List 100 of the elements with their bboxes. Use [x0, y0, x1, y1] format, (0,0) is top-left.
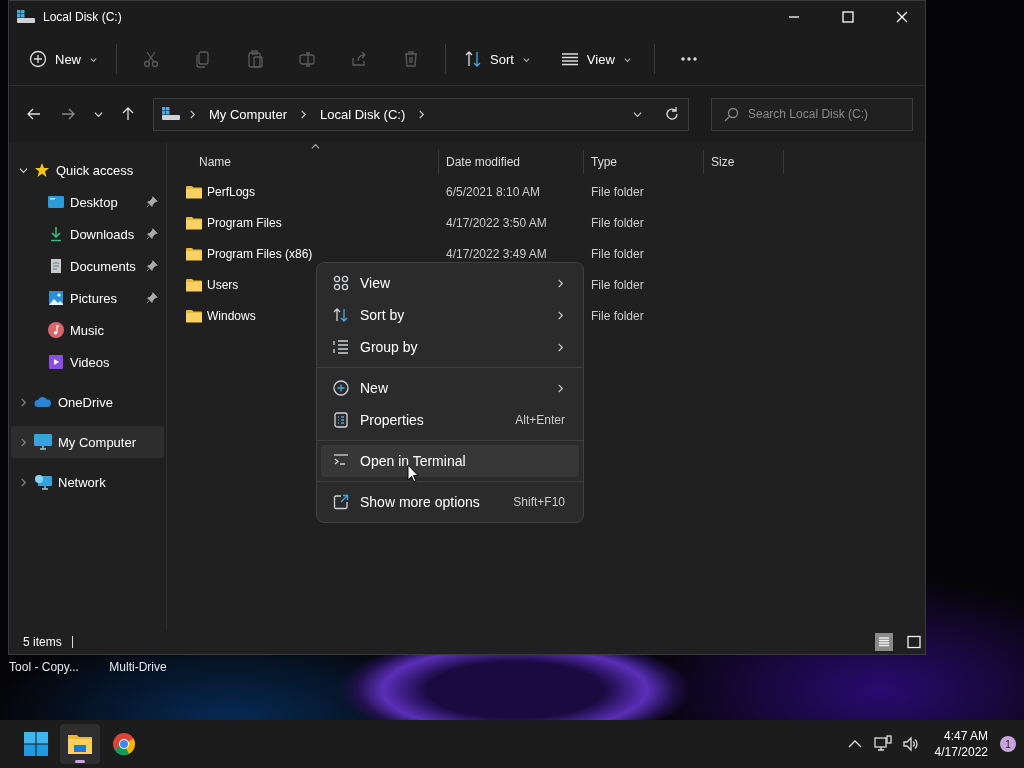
rename-icon — [298, 50, 316, 68]
date-cell: 6/5/2021 8:10 AM — [446, 184, 541, 199]
details-view-button[interactable] — [875, 633, 893, 651]
item-count: 5 items — [23, 635, 62, 649]
address-bar[interactable]: My Computer Local Disk (C:) — [153, 97, 689, 131]
picture-icon — [48, 290, 64, 306]
file-name[interactable]: Windows — [207, 308, 256, 323]
file-explorer-button[interactable] — [60, 724, 100, 764]
date-cell: 4/17/2022 3:50 AM — [446, 215, 547, 230]
share-icon — [333, 494, 349, 510]
plus-circle-icon — [29, 50, 47, 68]
breadcrumb[interactable]: Local Disk (C:) — [316, 106, 410, 122]
sidebar-item[interactable]: Pictures — [11, 282, 164, 314]
sidebar-item[interactable]: Desktop — [11, 186, 164, 218]
file-name[interactable]: Program Files — [207, 215, 282, 230]
sidebar-item[interactable]: Downloads — [11, 218, 164, 250]
file-name[interactable]: Users — [207, 277, 239, 292]
type-cell: File folder — [591, 308, 644, 323]
sidebar-item[interactable]: Network — [11, 466, 164, 498]
forward-arrow-icon — [60, 106, 76, 122]
new-button[interactable]: New — [21, 41, 106, 77]
cut-icon — [142, 50, 160, 68]
sidebar-item[interactable]: My Computer — [11, 426, 164, 458]
chevron-right-icon — [19, 397, 28, 407]
folder-icon — [186, 276, 202, 293]
maximize-icon — [840, 9, 856, 25]
type-cell: File folder — [591, 277, 644, 292]
delete-icon — [402, 50, 420, 68]
video-icon — [48, 354, 64, 370]
folder-icon — [186, 307, 202, 324]
refresh-icon[interactable] — [664, 106, 680, 122]
minimize-icon — [789, 16, 799, 18]
sidebar-item[interactable]: Documents — [11, 250, 164, 282]
sidebar-item[interactable]: Videos — [11, 346, 164, 378]
drive-icon — [17, 8, 35, 26]
paste-icon — [246, 50, 264, 68]
search-field[interactable]: Search Local Disk (C:) — [711, 97, 913, 131]
view-button[interactable]: View — [552, 41, 640, 77]
four-squares-logo-icon — [24, 732, 48, 756]
menu-item[interactable]: Properties Alt+Enter — [321, 404, 579, 436]
desktop-icon — [48, 194, 64, 210]
date-cell: 4/17/2022 3:49 AM — [446, 246, 547, 261]
sidebar-item[interactable]: Music — [11, 314, 164, 346]
network-icon — [34, 473, 52, 491]
more-icon — [679, 56, 698, 62]
desktop-icon-label[interactable]: Multi-Drive — [98, 660, 178, 674]
sidebar-item[interactable]: Quick access — [11, 154, 164, 186]
chevron-icon — [417, 109, 427, 119]
menu-item[interactable]: Sort by — [321, 299, 579, 331]
shortcut-label: Alt+Enter — [515, 413, 565, 427]
folder-icon — [68, 733, 92, 755]
share-icon — [350, 50, 368, 68]
chevron-right-icon — [556, 310, 565, 320]
folder-icon — [186, 245, 202, 262]
column-header[interactable]: Name — [179, 150, 439, 174]
menu-item[interactable]: Group by — [321, 331, 579, 363]
chevron-right-icon — [556, 383, 565, 393]
menu-item[interactable]: Show more options Shift+F10 — [321, 486, 579, 518]
chevron-icon — [188, 109, 197, 119]
menu-item[interactable]: View — [321, 267, 579, 299]
chevron-right-icon — [19, 437, 28, 447]
dropdown-icon — [633, 109, 642, 119]
folder-icon — [186, 183, 202, 200]
notification-badge[interactable]: 1 — [1000, 736, 1016, 752]
breadcrumb[interactable]: My Computer — [205, 106, 292, 122]
grid-icon — [333, 275, 349, 291]
list-icon — [333, 339, 349, 355]
mouse-cursor-icon — [407, 464, 419, 483]
up-arrow-icon — [120, 106, 136, 122]
desktop-icon-label[interactable]: Tool - Copy... — [4, 660, 84, 674]
chevron-icon — [299, 109, 309, 119]
tile-icon — [906, 634, 922, 650]
file-name[interactable]: Program Files (x86) — [207, 246, 313, 261]
file-name[interactable]: PerfLogs — [207, 184, 256, 199]
chevron-right-icon — [556, 342, 565, 352]
star-icon — [34, 162, 50, 178]
search-icon — [723, 106, 739, 123]
sort-caret-icon — [311, 142, 320, 151]
sidebar-item[interactable]: OneDrive — [11, 386, 164, 418]
drive-icon — [162, 105, 180, 123]
chevron-down-icon — [93, 109, 103, 119]
chevron-down-icon — [19, 165, 28, 175]
shortcut-label: Shift+F10 — [513, 495, 565, 509]
column-header[interactable]: Date modified — [439, 150, 584, 174]
type-cell: File folder — [591, 184, 644, 199]
tiles-view-button[interactable] — [905, 633, 923, 651]
column-header[interactable]: Size — [704, 150, 784, 174]
chevron-right-icon — [556, 278, 565, 288]
back-arrow-icon — [26, 106, 42, 122]
copy-icon — [194, 50, 212, 68]
menu-item[interactable]: New — [321, 372, 579, 404]
menu-item[interactable]: Open in Terminal — [321, 445, 579, 477]
music-icon — [48, 322, 64, 338]
folder-icon — [186, 214, 202, 231]
clock[interactable]: 4:47 AM 4/17/2022 — [926, 729, 996, 759]
plus-circle-icon — [333, 380, 349, 396]
download-icon — [48, 226, 64, 242]
sort-icon — [333, 307, 349, 323]
sort-button[interactable]: Sort — [456, 41, 539, 77]
column-header[interactable]: Type — [584, 150, 704, 174]
